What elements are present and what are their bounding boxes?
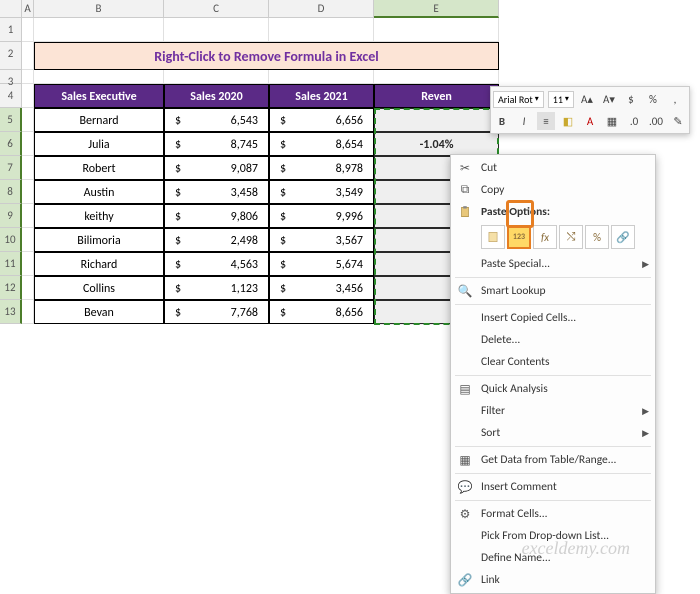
border-icon[interactable]: ▦: [603, 112, 621, 130]
table-row: Bilimoria$2,498$3,567: [22, 228, 499, 252]
select-all-corner[interactable]: [0, 0, 22, 18]
ctx-cut[interactable]: ✂Cut: [451, 157, 655, 179]
col-E[interactable]: E: [374, 0, 499, 18]
paste-options-row: 123 fx ⤭ % 🔗: [451, 223, 655, 253]
context-menu: ✂Cut ⧉Copy Paste Options: 123 fx ⤭ % 🔗 P…: [450, 154, 656, 594]
ctx-smart-lookup[interactable]: 🔍Smart Lookup: [451, 280, 655, 302]
search-icon: 🔍: [457, 283, 473, 299]
row-4[interactable]: 4: [0, 84, 22, 108]
chevron-right-icon: ▶: [642, 428, 649, 439]
ctx-delete[interactable]: Delete...: [451, 329, 655, 351]
ctx-copy[interactable]: ⧉Copy: [451, 179, 655, 201]
column-headers: A B C D E: [0, 0, 499, 18]
mini-toolbar: Arial Rot▾ 11▾ A▴ A▾ $ % , B I ≡ ◧ A ▦ .…: [490, 86, 690, 134]
table-icon: ▦: [457, 452, 473, 468]
table-row: Robert$9,087$8,978: [22, 156, 499, 180]
col-A[interactable]: A: [22, 0, 34, 18]
format-painter-icon[interactable]: ✎: [669, 112, 687, 130]
paste-formatting-button[interactable]: %: [585, 225, 609, 249]
row-1[interactable]: 1: [0, 18, 22, 42]
watermark: exceldemy.com: [522, 538, 630, 559]
row-2[interactable]: 2: [0, 42, 22, 70]
comment-icon: 💬: [457, 479, 473, 495]
ctx-link[interactable]: 🔗Link: [451, 569, 655, 591]
table-row: Richard$4,563$5,674: [22, 252, 499, 276]
table-row: Collins$1,123$3,456: [22, 276, 499, 300]
chevron-right-icon: ▶: [642, 259, 649, 270]
format-icon: ⚙: [457, 506, 473, 522]
decrease-font-icon[interactable]: A▾: [600, 90, 618, 108]
font-size-selector[interactable]: 11▾: [548, 91, 574, 108]
header-sales-exec: Sales Executive: [34, 84, 164, 108]
link-icon: 🔗: [457, 572, 473, 588]
ctx-insert-comment[interactable]: 💬Insert Comment: [451, 476, 655, 498]
italic-button[interactable]: I: [515, 112, 533, 130]
col-D[interactable]: D: [269, 0, 374, 18]
paste-all-button[interactable]: [481, 225, 505, 249]
currency-icon[interactable]: $: [622, 90, 640, 108]
row-9[interactable]: 9: [0, 204, 22, 228]
ctx-paste-special[interactable]: Paste Special...▶: [451, 253, 655, 275]
spreadsheet-grid[interactable]: Right-Click to Remove Formula in Excel S…: [22, 18, 499, 324]
decrease-decimal-icon[interactable]: .0: [625, 112, 643, 130]
table-row: keithy$9,806$9,996: [22, 204, 499, 228]
percent-icon[interactable]: %: [644, 90, 662, 108]
row-7[interactable]: 7: [0, 156, 22, 180]
row-11[interactable]: 11: [0, 252, 22, 276]
ctx-filter[interactable]: Filter▶: [451, 400, 655, 422]
increase-decimal-icon[interactable]: .00: [647, 112, 665, 130]
row-10[interactable]: 10: [0, 228, 22, 252]
ctx-get-data[interactable]: ▦Get Data from Table/Range...: [451, 449, 655, 471]
comma-icon[interactable]: ,: [666, 90, 684, 108]
font-selector[interactable]: Arial Rot▾: [493, 91, 544, 108]
row-3[interactable]: 3: [0, 70, 22, 84]
table-row: Austin$3,458$3,549: [22, 180, 499, 204]
align-icon[interactable]: ≡: [537, 112, 555, 130]
page-title: Right-Click to Remove Formula in Excel: [34, 42, 499, 70]
paste-icon: [457, 204, 473, 220]
row-12[interactable]: 12: [0, 276, 22, 300]
header-revenue: Reven: [374, 84, 499, 108]
increase-font-icon[interactable]: A▴: [578, 90, 596, 108]
ctx-clear-contents[interactable]: Clear Contents: [451, 351, 655, 373]
table-row: Julia$8,745$8,654-1.04%: [22, 132, 499, 156]
quick-analysis-icon: ▤: [457, 381, 473, 397]
ctx-sort[interactable]: Sort▶: [451, 422, 655, 444]
paste-transpose-button[interactable]: ⤭: [559, 225, 583, 249]
row-5[interactable]: 5: [0, 108, 22, 132]
col-B[interactable]: B: [34, 0, 164, 18]
table-row: Bevan$7,768$8,656: [22, 300, 499, 324]
ctx-quick-analysis[interactable]: ▤Quick Analysis: [451, 378, 655, 400]
ctx-format-cells[interactable]: ⚙Format Cells...: [451, 503, 655, 525]
paste-link-button[interactable]: 🔗: [611, 225, 635, 249]
row-13[interactable]: 13: [0, 300, 22, 324]
copy-icon: ⧉: [457, 182, 473, 198]
col-C[interactable]: C: [164, 0, 269, 18]
paste-values-button[interactable]: 123: [507, 225, 531, 249]
fill-color-icon[interactable]: ◧: [559, 112, 577, 130]
row-headers: 1 2 3 4 5 6 7 8 9 10 11 12 13: [0, 18, 22, 324]
chevron-right-icon: ▶: [642, 406, 649, 417]
header-sales-2020: Sales 2020: [164, 84, 269, 108]
font-color-icon[interactable]: A: [581, 112, 599, 130]
ctx-insert-copied[interactable]: Insert Copied Cells...: [451, 307, 655, 329]
row-6[interactable]: 6: [0, 132, 22, 156]
row-8[interactable]: 8: [0, 180, 22, 204]
paste-formulas-button[interactable]: fx: [533, 225, 557, 249]
header-sales-2021: Sales 2021: [269, 84, 374, 108]
table-row: Bernard$6,543$6,656: [22, 108, 499, 132]
cut-icon: ✂: [457, 160, 473, 176]
ctx-paste-options-header: Paste Options:: [451, 201, 655, 223]
bold-button[interactable]: B: [493, 112, 511, 130]
